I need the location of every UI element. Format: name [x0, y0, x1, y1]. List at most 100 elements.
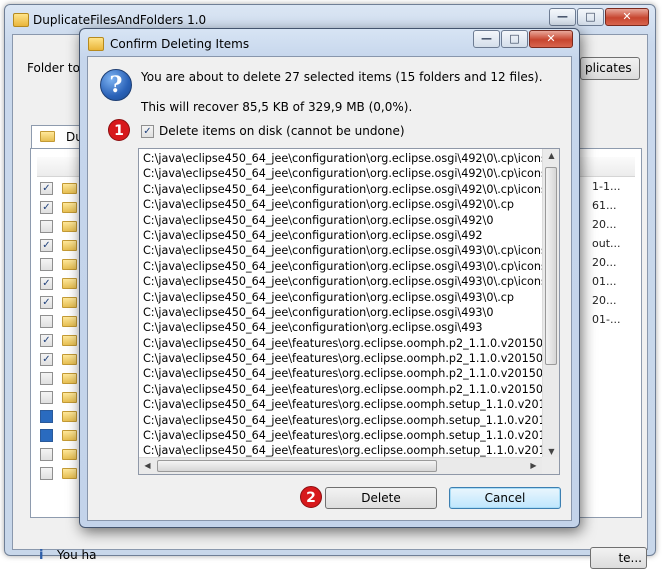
path-list-item[interactable]: C:\java\eclipse450_64_jee\configuration\… — [143, 151, 543, 166]
main-caption-buttons: — □ ✕ — [549, 8, 649, 26]
status-text: You ha — [57, 548, 97, 562]
close-button[interactable]: ✕ — [605, 8, 649, 26]
scrollbar-corner — [542, 457, 559, 474]
vertical-scrollbar[interactable]: ▲ ▼ — [542, 149, 559, 458]
folder-icon — [40, 131, 55, 142]
path-list-item[interactable]: C:\java\eclipse450_64_jee\configuration\… — [143, 166, 543, 181]
checkbox[interactable] — [40, 372, 53, 385]
paths-list[interactable]: C:\java\eclipse450_64_jee\configuration\… — [138, 148, 560, 475]
path-list-item[interactable]: C:\java\eclipse450_64_jee\features\org.e… — [143, 382, 543, 397]
maximize-button[interactable]: □ — [577, 8, 604, 26]
folder-icon — [62, 240, 77, 251]
checkbox[interactable] — [40, 391, 53, 404]
main-window-title: DuplicateFilesAndFolders 1.0 — [33, 13, 207, 27]
path-list-item[interactable]: C:\java\eclipse450_64_jee\configuration\… — [143, 182, 543, 197]
minimize-button[interactable]: — — [549, 8, 576, 26]
folder-icon — [62, 411, 77, 422]
delete-on-disk-label: Delete items on disk (cannot be undone) — [159, 124, 405, 138]
folder-icon — [62, 278, 77, 289]
list-cell: out... — [592, 237, 621, 250]
list-cell: 20... — [592, 294, 617, 307]
paths-list-content: C:\java\eclipse450_64_jee\configuration\… — [143, 151, 543, 457]
checkbox[interactable] — [40, 220, 53, 233]
dialog-minimize-button[interactable]: — — [473, 30, 500, 48]
cancel-button[interactable]: Cancel — [449, 487, 561, 509]
folder-icon — [62, 183, 77, 194]
list-cell: 01-... — [592, 313, 621, 326]
checkbox[interactable]: ✓ — [40, 296, 53, 309]
folder-icon — [62, 430, 77, 441]
path-list-item[interactable]: C:\java\eclipse450_64_jee\features\org.e… — [143, 336, 543, 351]
folder-icon — [62, 468, 77, 479]
path-list-item[interactable]: C:\java\eclipse450_64_jee\features\org.e… — [143, 397, 543, 412]
checkbox[interactable] — [40, 315, 53, 328]
minimize-icon: — — [557, 10, 568, 23]
recover-text: This will recover 85,5 KB of 329,9 MB (0… — [141, 100, 413, 114]
folder-icon — [62, 354, 77, 365]
path-list-item[interactable]: C:\java\eclipse450_64_jee\features\org.e… — [143, 413, 543, 428]
checkbox[interactable]: ✓ — [40, 277, 53, 290]
folder-icon — [62, 202, 77, 213]
path-list-item[interactable]: C:\java\eclipse450_64_jee\features\org.e… — [143, 366, 543, 381]
maximize-icon: □ — [585, 10, 596, 23]
close-icon: ✕ — [546, 32, 556, 45]
folder-icon — [62, 316, 77, 327]
path-list-item[interactable]: C:\java\eclipse450_64_jee\configuration\… — [143, 213, 543, 228]
question-icon: ? — [100, 69, 132, 101]
list-cell: 61... — [592, 199, 617, 212]
close-icon: ✕ — [622, 10, 632, 23]
path-list-item[interactable]: C:\java\eclipse450_64_jee\features\org.e… — [143, 428, 543, 443]
scroll-down-icon[interactable]: ▼ — [543, 447, 559, 456]
folder-icon — [62, 335, 77, 346]
delete-selected-button[interactable]: te... — [590, 547, 647, 569]
folder-icon — [62, 297, 77, 308]
delete-button[interactable]: Delete — [325, 487, 437, 509]
checkbox[interactable]: ✓ — [40, 239, 53, 252]
annotation-badge-1: 1 — [108, 119, 130, 141]
minimize-icon: — — [481, 32, 492, 45]
scroll-left-icon[interactable]: ◀ — [139, 461, 156, 470]
vertical-scroll-thumb[interactable] — [545, 167, 557, 365]
folder-icon — [62, 221, 77, 232]
path-list-item[interactable]: C:\java\eclipse450_64_jee\configuration\… — [143, 197, 543, 212]
maximize-icon: □ — [509, 32, 520, 45]
path-list-item[interactable]: C:\java\eclipse450_64_jee\configuration\… — [143, 290, 543, 305]
dialog-title: Confirm Deleting Items — [110, 37, 250, 51]
checkbox[interactable] — [40, 410, 53, 423]
dialog-maximize-button[interactable]: □ — [501, 30, 528, 48]
scroll-up-icon[interactable]: ▲ — [543, 151, 559, 160]
find-duplicates-button[interactable]: plicates — [580, 57, 640, 80]
dialog-caption-buttons: — □ ✕ — [473, 30, 573, 48]
list-cell: 1-1... — [592, 180, 621, 193]
dialog-close-button[interactable]: ✕ — [529, 30, 573, 48]
path-list-item[interactable]: C:\java\eclipse450_64_jee\configuration\… — [143, 274, 543, 289]
checkbox[interactable]: ✓ — [40, 353, 53, 366]
horizontal-scrollbar[interactable]: ◀ ▶ — [139, 457, 542, 474]
checkbox[interactable] — [40, 258, 53, 271]
path-list-item[interactable]: C:\java\eclipse450_64_jee\features\org.e… — [143, 443, 543, 457]
scroll-right-icon[interactable]: ▶ — [525, 461, 542, 470]
path-list-item[interactable]: C:\java\eclipse450_64_jee\configuration\… — [143, 259, 543, 274]
checkbox[interactable] — [40, 467, 53, 480]
annotation-badge-2: 2 — [300, 486, 322, 508]
path-list-item[interactable]: C:\java\eclipse450_64_jee\configuration\… — [143, 243, 543, 258]
list-cell: 20... — [592, 256, 617, 269]
path-list-item[interactable]: C:\java\eclipse450_64_jee\features\org.e… — [143, 351, 543, 366]
delete-on-disk-checkbox[interactable]: ✓ — [141, 125, 154, 138]
dialog-app-icon — [88, 37, 104, 51]
path-list-item[interactable]: C:\java\eclipse450_64_jee\configuration\… — [143, 228, 543, 243]
checkbox[interactable]: ✓ — [40, 182, 53, 195]
list-cell: 20... — [592, 218, 617, 231]
folder-icon — [62, 259, 77, 270]
checkbox[interactable]: ✓ — [40, 334, 53, 347]
checkbox[interactable]: ✓ — [40, 201, 53, 214]
folder-icon — [62, 373, 77, 384]
list-cell: 01... — [592, 275, 617, 288]
horizontal-scroll-thumb[interactable] — [157, 460, 437, 472]
checkbox[interactable] — [40, 448, 53, 461]
folder-icon — [62, 449, 77, 460]
app-icon — [13, 13, 29, 27]
path-list-item[interactable]: C:\java\eclipse450_64_jee\configuration\… — [143, 305, 543, 320]
path-list-item[interactable]: C:\java\eclipse450_64_jee\configuration\… — [143, 320, 543, 335]
checkbox[interactable] — [40, 429, 53, 442]
